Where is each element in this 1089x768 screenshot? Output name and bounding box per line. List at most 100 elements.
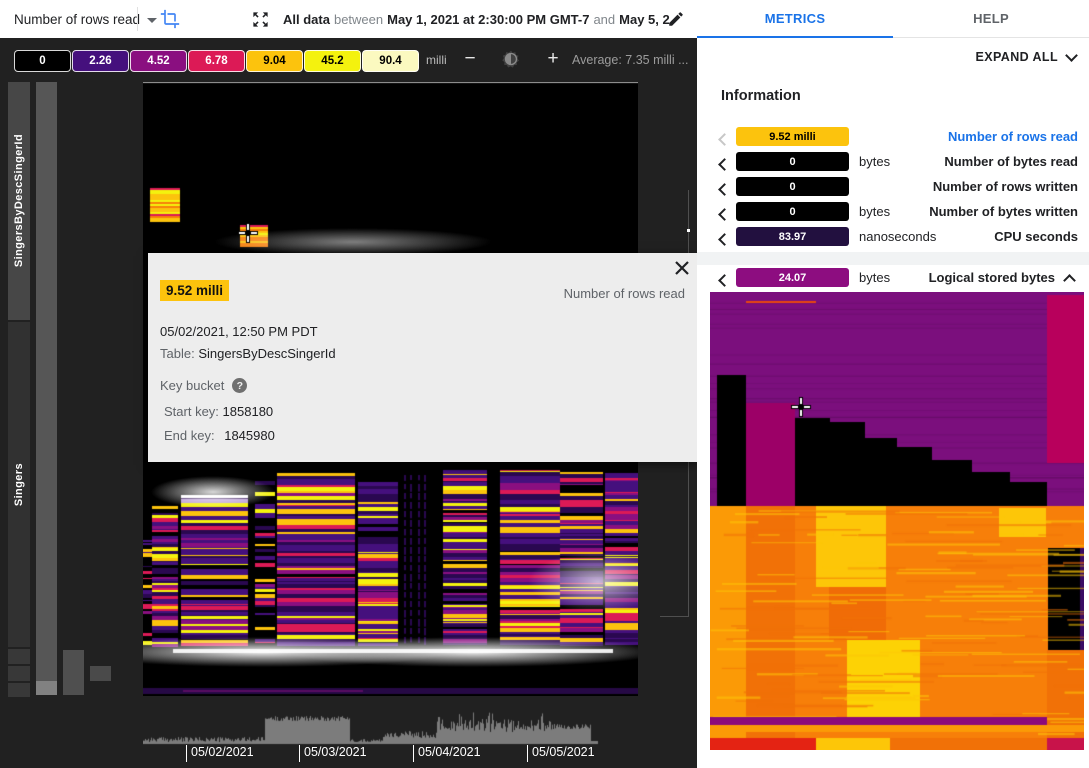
metric-row-bytes-read: 0 bytes Number of bytes read [697,150,1089,175]
range-and-word: and [589,12,619,27]
metric-unit: bytes [859,154,890,169]
range-start: May 1, 2021 at 2:30:00 PM GMT-7 [387,12,589,27]
help-icon[interactable]: ? [232,378,247,393]
scale-chip-4: 9.04 [246,50,303,72]
metric-row-rows-written: 0 Number of rows written [697,175,1089,200]
table-label-vertical: Singers [13,463,25,506]
chevron-down-icon [1065,49,1078,62]
crop-button[interactable] [158,7,182,31]
collapse-chevron-up-icon[interactable] [1065,272,1077,284]
axis-tick-2: 05/03/2021 [299,745,367,762]
contrast-button[interactable] [501,49,521,69]
expand-arrows-icon [251,10,270,29]
table-value: SingersByDescSingerId [198,346,335,361]
chevron-left-icon[interactable] [720,156,732,168]
activity-sparkline [143,702,603,745]
contrast-icon [501,49,521,69]
logical-stored-bytes-heatmap[interactable] [710,292,1084,750]
start-key-row: Start key: 1858180 [164,404,273,419]
metric-value-chip: 0 [736,152,849,171]
metric-name[interactable]: Number of bytes read [944,154,1078,169]
expand-view-button[interactable] [248,7,272,31]
close-icon [675,261,689,275]
key-visualizer-app: Number of rows read All data between May… [0,0,1089,768]
metric-row-rows-read: 9.52 milli Number of rows read [697,125,1089,150]
toolbar-divider [137,7,138,31]
panel-separator [697,252,1089,265]
axis-tick-1: 05/02/2021 [186,745,254,762]
bucket-detail-card: 9.52 milli Number of rows read 05/02/202… [148,253,697,462]
metric-row-logical-stored-bytes: 24.07 bytes Logical stored bytes [697,266,1089,291]
tab-metrics[interactable]: METRICS [697,0,893,37]
metric-name[interactable]: Logical stored bytes [929,270,1055,285]
metric-dropdown-label: Number of rows read [14,12,140,27]
key-range-singers[interactable]: Singers [8,322,30,647]
bucket-value-highlight: 9.52 milli [160,280,229,301]
increase-scale-button[interactable]: + [541,47,565,71]
crop-icon [160,9,180,29]
metric-unit: bytes [859,270,890,285]
chevron-left-icon[interactable] [720,272,732,284]
chevron-left-icon[interactable] [720,231,732,243]
panel-tabs: METRICS HELP [697,0,1089,38]
axis-tick-4: 05/05/2021 [527,745,595,762]
range-prefix: All data [283,12,330,27]
scale-chip-2: 4.52 [130,50,187,72]
expand-all-button[interactable]: EXPAND ALL [976,50,1076,64]
pencil-icon [667,10,685,28]
key-range-small-2 [8,666,30,681]
bucket-timestamp: 05/02/2021, 12:50 PM PDT [160,324,318,339]
metric-unit: nanoseconds [859,229,936,244]
metric-value-chip: 24.07 [736,268,849,287]
metric-value-chip: 9.52 milli [736,127,849,146]
axis-tick-3: 05/04/2021 [413,745,481,762]
key-range-small-1 [8,649,30,664]
tab-help[interactable]: HELP [893,0,1089,37]
metric-value-chip: 0 [736,177,849,196]
chevron-left-icon[interactable] [720,131,732,143]
metric-dropdown[interactable]: Number of rows read [14,0,157,38]
start-key-value: 1858180 [223,404,274,419]
metric-name[interactable]: Number of rows read [948,129,1078,144]
edit-range-button[interactable] [664,7,688,31]
metric-name[interactable]: Number of bytes written [929,204,1078,219]
zoom-extent-hook [660,616,689,617]
table-label-vertical: SingersByDescSingerId [13,134,25,267]
range-between-word: between [330,12,387,27]
metric-name[interactable]: CPU seconds [994,229,1078,244]
key-range-singersbydescsingerid[interactable]: SingersByDescSingerId [8,82,30,320]
key-range-small-3 [8,683,30,697]
metric-value-chip: 83.97 [736,227,849,246]
key-bucket-label: Key bucket [160,378,224,393]
average-label: Average: 7.35 milli ... [572,53,689,67]
minimap-block-2 [90,666,111,681]
metric-value-chip: 0 [736,202,849,221]
minimap-block-1 [63,650,84,695]
side-panel: METRICS HELP EXPAND ALL Information 9.52… [697,0,1089,768]
scale-chip-3: 6.78 [188,50,245,72]
time-range-label: All data between May 1, 2021 at 2:30:00 … [283,0,670,38]
scale-chip-0: 0 [14,50,71,72]
top-bar: Number of rows read All data between May… [0,0,699,38]
minimap-column-tip [36,681,57,695]
metric-row-bytes-written: 0 bytes Number of bytes written [697,200,1089,225]
metric-unit: bytes [859,204,890,219]
active-tab-underline [697,36,893,38]
bucket-metric-label: Number of rows read [564,286,685,301]
minimap-column [36,82,57,681]
chevron-left-icon[interactable] [720,206,732,218]
chevron-left-icon[interactable] [720,181,732,193]
range-end: May 5, 2 [619,12,670,27]
scale-chip-1: 2.26 [72,50,129,72]
scale-chip-6: 90.4 [362,50,419,72]
start-key-label: Start key: [164,404,219,419]
scale-unit-label: milli [426,53,447,67]
color-scale-bar: 0 2.26 4.52 6.78 9.04 45.2 90.4 milli − … [0,45,699,75]
end-key-label: End key: [164,428,215,443]
zoom-extent-dot [687,229,690,232]
metric-row-cpu-seconds: 83.97 nanoseconds CPU seconds [697,225,1089,250]
decrease-scale-button[interactable]: − [458,47,482,71]
information-heading: Information [721,88,801,104]
metric-name[interactable]: Number of rows written [933,179,1078,194]
close-card-button[interactable] [673,259,691,277]
